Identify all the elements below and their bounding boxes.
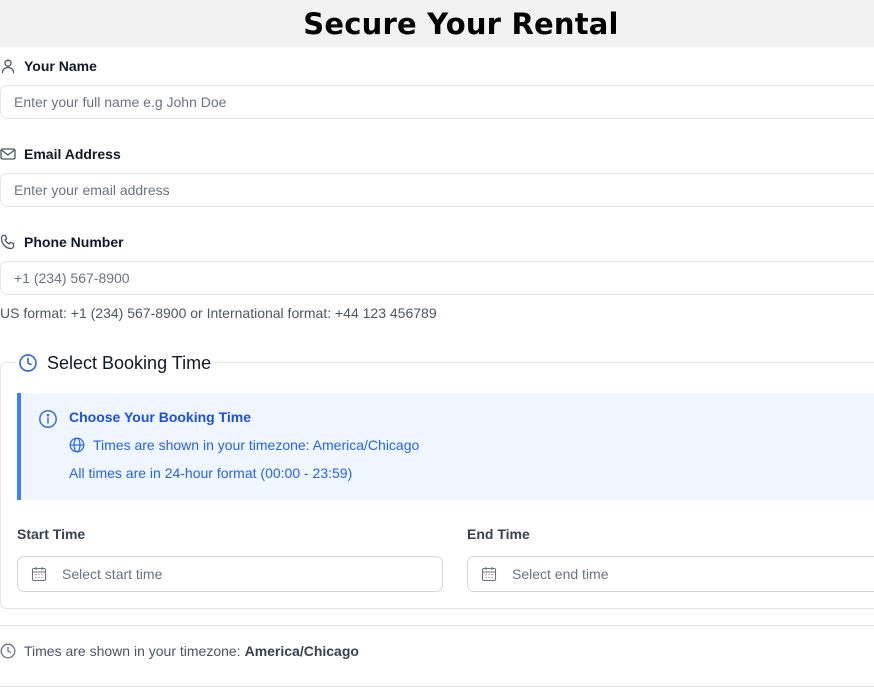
phone-icon bbox=[0, 234, 16, 250]
info-format-line: All times are in 24-hour format (00:00 -… bbox=[69, 465, 353, 481]
globe-icon bbox=[69, 437, 85, 453]
end-time-label: End Time bbox=[467, 526, 530, 542]
clock-icon bbox=[18, 353, 38, 373]
page-header: Secure Your Rental bbox=[0, 0, 874, 47]
start-time-placeholder: Select start time bbox=[62, 566, 163, 582]
end-time-picker[interactable]: Select end time bbox=[467, 556, 874, 592]
info-timezone-text: Times are shown in your timezone: Americ… bbox=[93, 437, 420, 453]
info-title: Choose Your Booking Time bbox=[69, 409, 252, 425]
timezone-footer: Times are shown in your timezone: Americ… bbox=[0, 643, 359, 659]
calendar-icon bbox=[31, 566, 47, 582]
footer-timezone-prefix: Times are shown in your timezone: bbox=[24, 643, 241, 659]
info-timezone-line: Times are shown in your timezone: Americ… bbox=[69, 437, 419, 453]
user-icon bbox=[0, 58, 16, 74]
booking-section-title: Select Booking Time bbox=[16, 351, 214, 375]
bottom-divider bbox=[0, 686, 874, 687]
email-input[interactable] bbox=[0, 173, 874, 207]
start-time-label: Start Time bbox=[17, 526, 86, 542]
footer-timezone-value: America/Chicago bbox=[244, 643, 359, 659]
booking-title-text: Select Booking Time bbox=[47, 352, 212, 373]
mail-icon bbox=[0, 146, 16, 162]
booking-info-box: Choose Your Booking Time Times are shown… bbox=[17, 393, 874, 500]
name-label-text: Your Name bbox=[24, 58, 97, 74]
start-time-picker[interactable]: Select start time bbox=[17, 556, 443, 592]
info-icon bbox=[38, 409, 58, 429]
calendar-icon bbox=[481, 566, 497, 582]
phone-label: Phone Number bbox=[0, 232, 124, 252]
section-divider bbox=[0, 625, 874, 626]
phone-label-text: Phone Number bbox=[24, 234, 124, 250]
page-title: Secure Your Rental bbox=[303, 6, 619, 41]
email-label-text: Email Address bbox=[24, 146, 121, 162]
phone-format-hint: US format: +1 (234) 567-8900 or Internat… bbox=[0, 305, 437, 321]
end-time-placeholder: Select end time bbox=[512, 566, 609, 582]
clock-icon bbox=[0, 643, 16, 659]
phone-input[interactable] bbox=[0, 261, 874, 295]
email-label: Email Address bbox=[0, 144, 121, 164]
name-label: Your Name bbox=[0, 56, 97, 76]
name-input[interactable] bbox=[0, 85, 874, 119]
